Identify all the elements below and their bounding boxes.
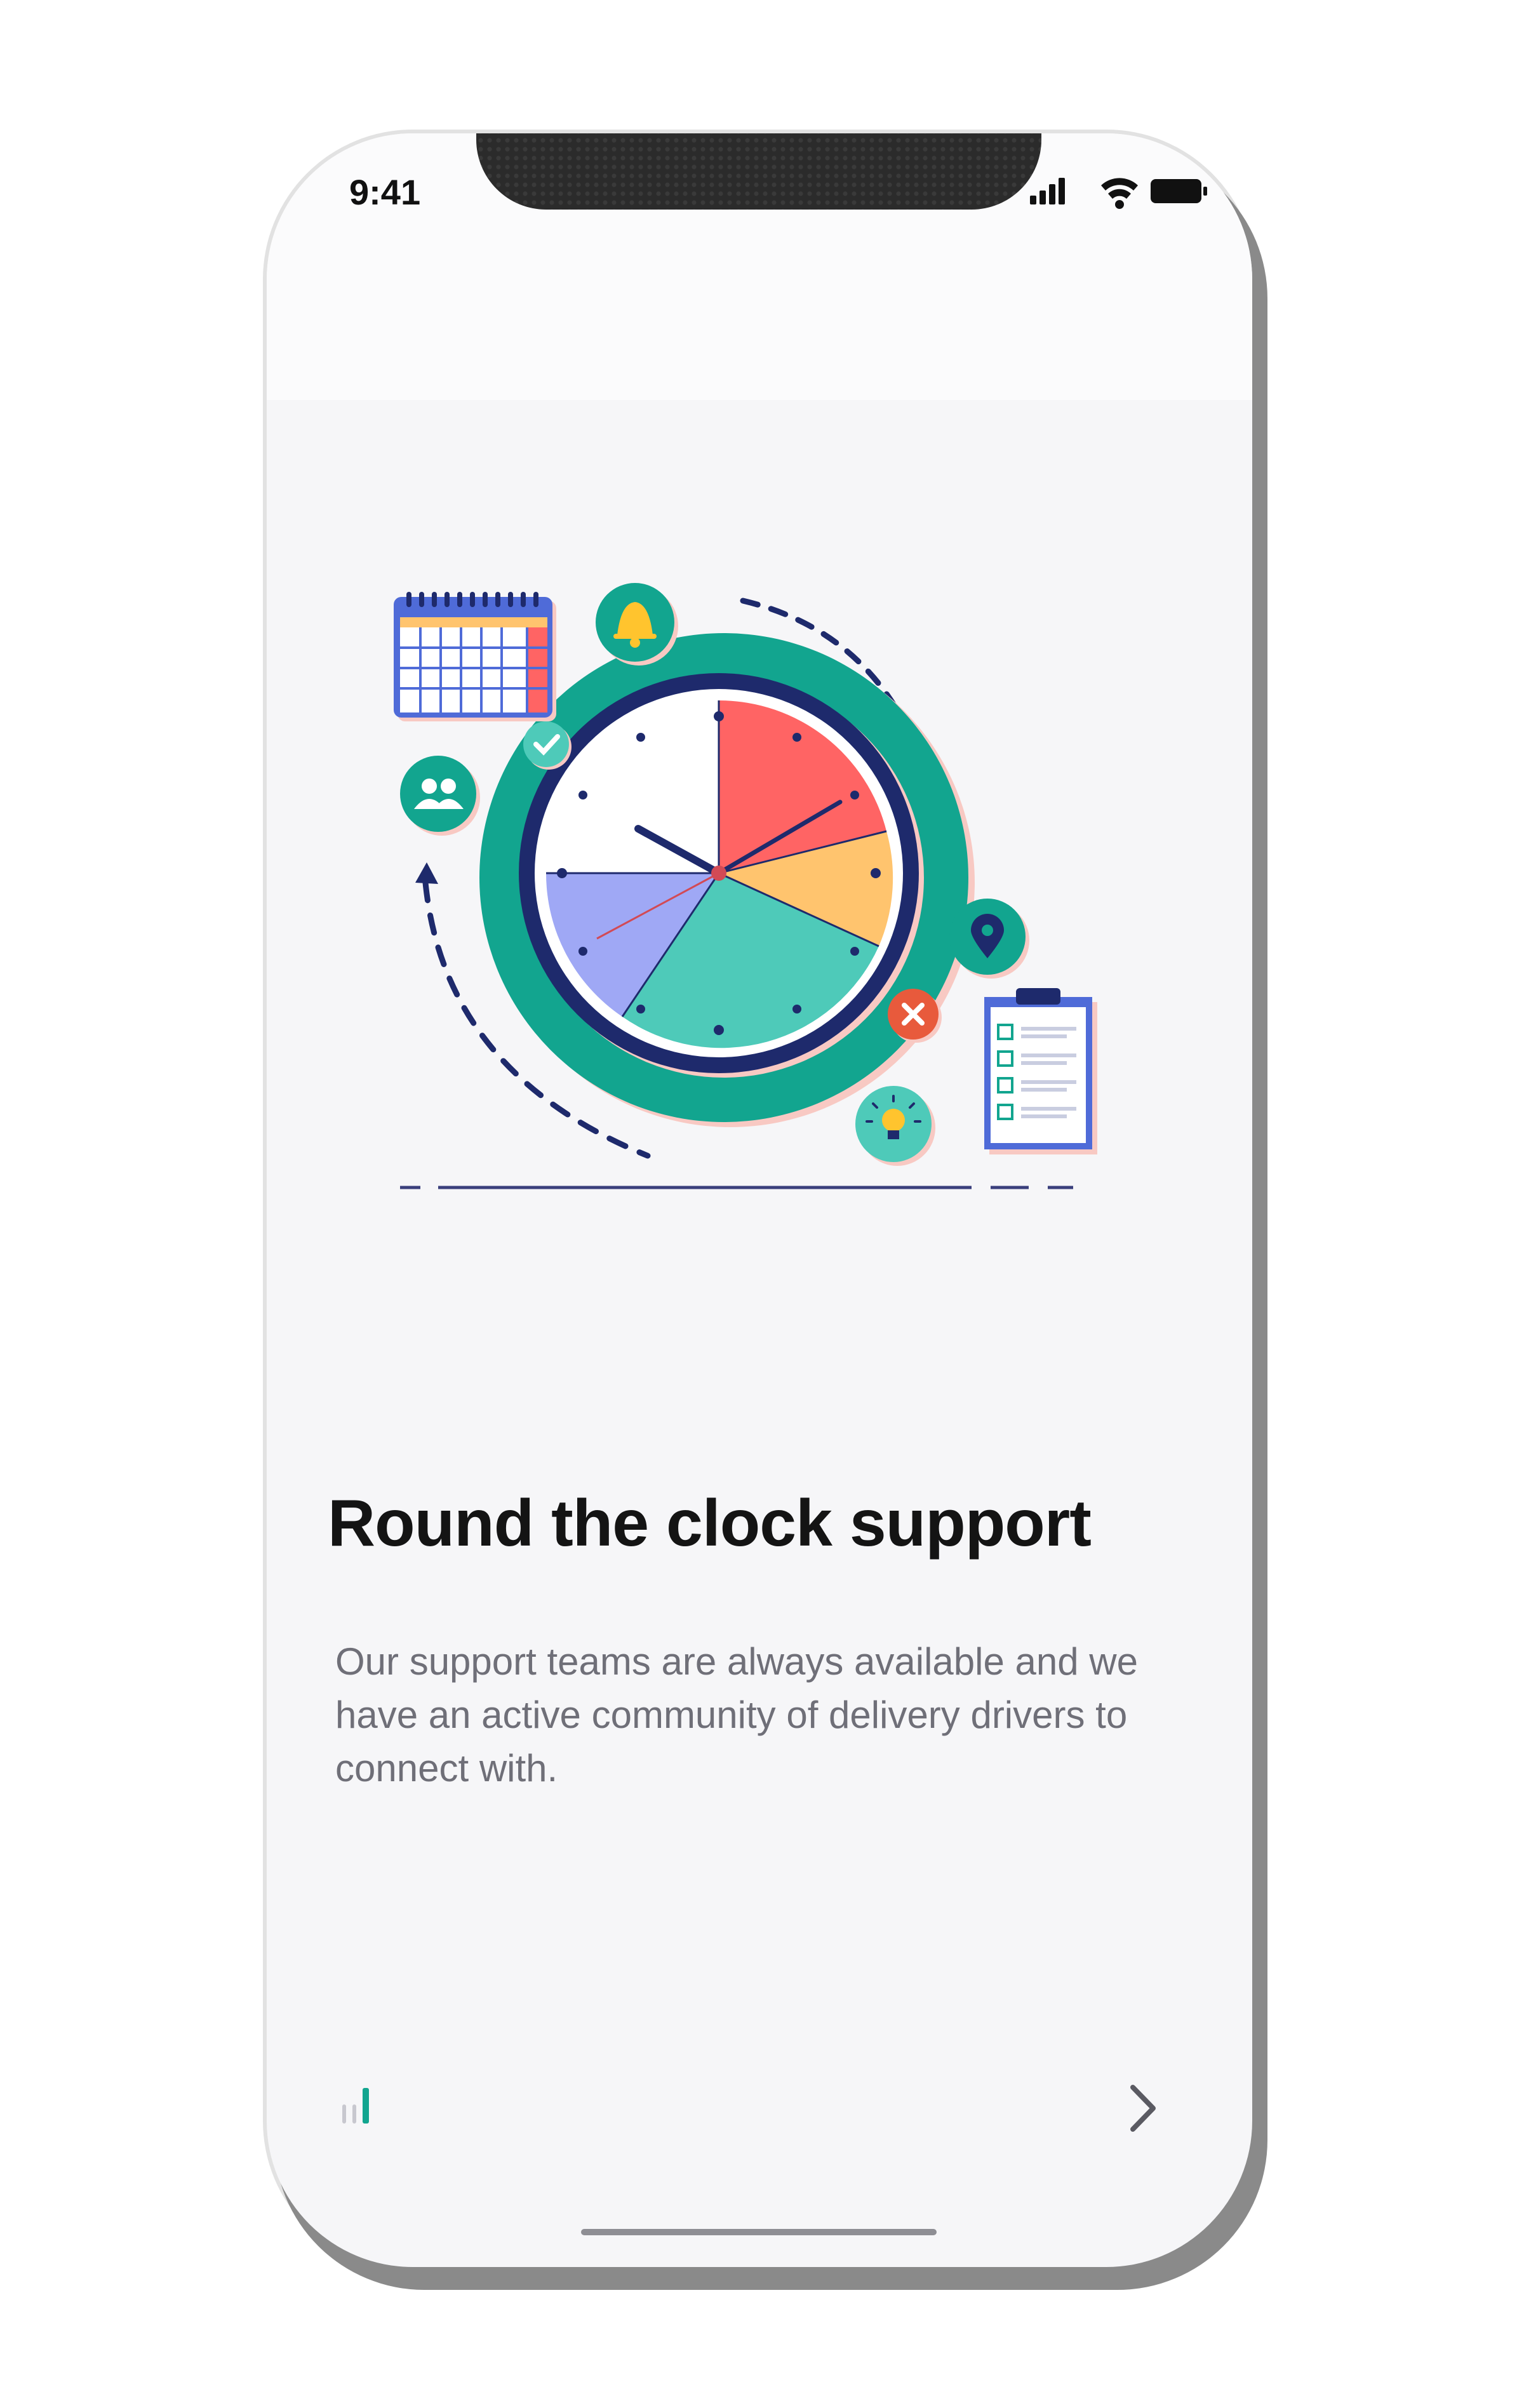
calendar-icon [394,592,556,721]
onboarding-title: Round the clock support [328,1487,1092,1560]
page-dot-2[interactable] [352,2104,356,2124]
home-indicator [581,2229,937,2235]
lightbulb-icon [855,1086,935,1166]
battery-icon [1151,179,1207,203]
clipboard-icon [984,988,1097,1154]
signal-icon [1030,178,1065,204]
status-time: 9:41 [349,172,421,212]
status-icons [1030,178,1207,209]
clock-support-illustration [394,583,1097,1189]
page-dot-3[interactable] [363,2088,369,2124]
location-pin-icon [949,899,1029,979]
phone-frame: 9:41 Round the clock support Our support… [267,133,1252,2267]
phone-notch [476,133,1041,210]
next-button[interactable] [1111,2070,1175,2146]
wifi-icon [1101,178,1138,209]
onboarding-description: Our support teams are always available a… [335,1640,1138,1789]
team-icon [400,756,480,836]
clock-face [545,700,893,1048]
bell-icon [596,583,678,666]
page-indicator[interactable] [340,2083,391,2127]
chevron-right-icon [1130,2085,1156,2132]
page-dot-1[interactable] [342,2104,346,2124]
